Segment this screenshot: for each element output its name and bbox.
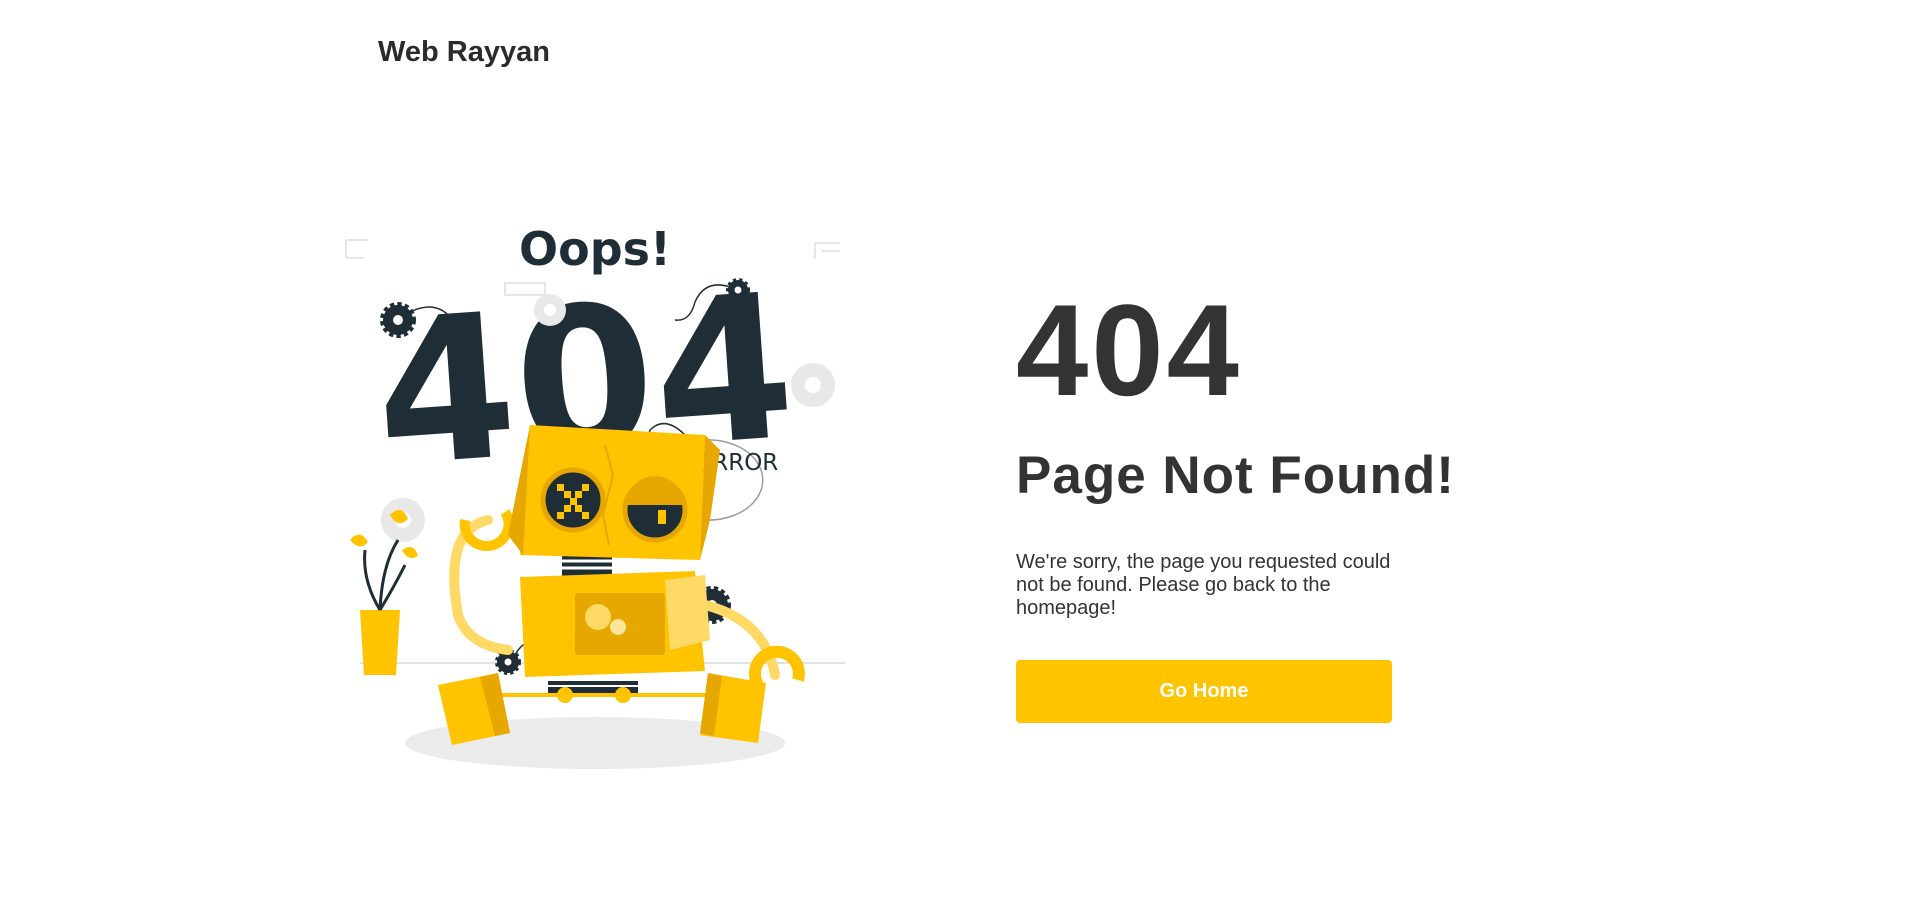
error-content: 404 Page Not Found! We're sorry, the pag… bbox=[1016, 277, 1455, 723]
robot-404-illustration: Oops! 404 ERROR bbox=[345, 222, 845, 769]
flower-pot bbox=[360, 610, 400, 675]
page-title: Page Not Found! bbox=[1016, 446, 1455, 505]
error-message: We're sorry, the page you requested coul… bbox=[1016, 551, 1391, 619]
site-brand[interactable]: Web Rayyan bbox=[378, 36, 550, 69]
error-code: 404 bbox=[1016, 277, 1242, 423]
error-illustration: Oops! 404 ERROR bbox=[340, 215, 850, 775]
go-home-button[interactable]: Go Home bbox=[1016, 660, 1392, 723]
